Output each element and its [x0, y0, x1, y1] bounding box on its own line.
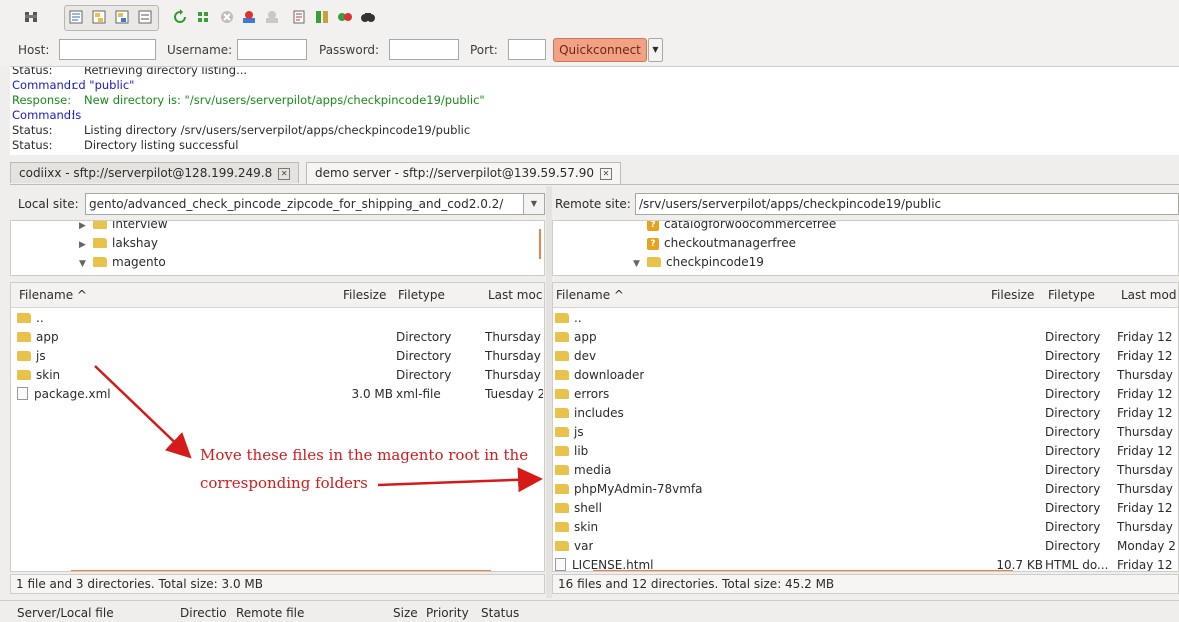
annotation-arrow-right: [377, 467, 543, 493]
annotation-arrows: [94, 365, 543, 493]
annotation-arrow-left: [94, 365, 192, 459]
annotation-text-line2: corresponding folders: [200, 474, 368, 492]
annotation-text-line1: Move these files in the magento root in …: [200, 446, 529, 464]
